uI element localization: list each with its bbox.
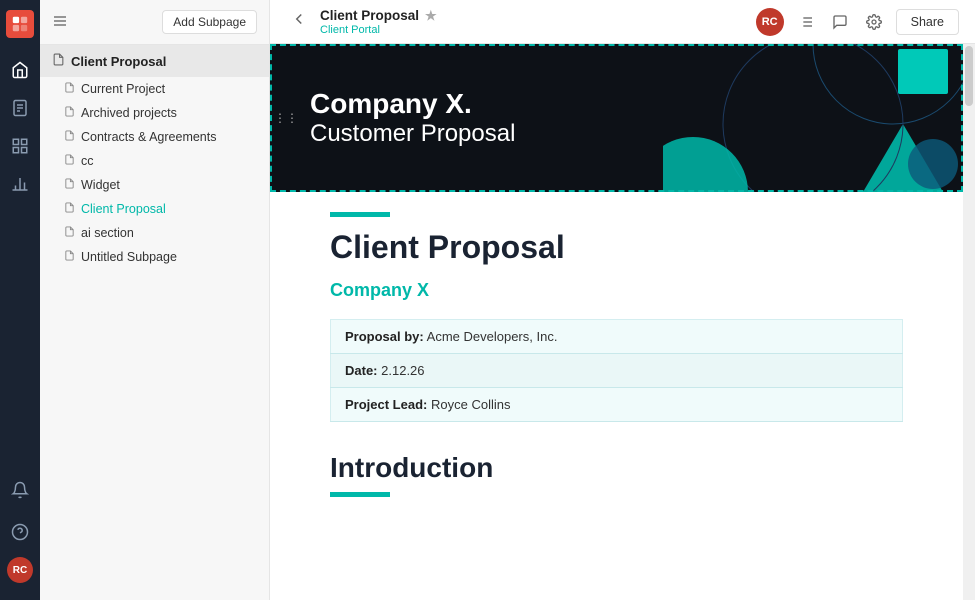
icon-rail: RC <box>0 0 40 600</box>
sidebar-toggle-icon[interactable] <box>52 13 68 32</box>
topbar-title: Client Proposal ★ <box>320 8 437 24</box>
chart-icon[interactable] <box>4 168 36 200</box>
help-icon[interactable] <box>4 516 36 548</box>
lead-label: Project Lead: <box>345 397 427 412</box>
sidebar-item-untitled-subpage[interactable]: Untitled Subpage <box>40 245 269 269</box>
banner-text-area: Company X. Customer Proposal <box>270 88 555 148</box>
settings-icon[interactable] <box>862 10 886 34</box>
nav-page-icon-0 <box>64 82 75 96</box>
sidebar-item-label-2: Contracts & Agreements <box>81 130 216 144</box>
table-row-proposal: Proposal by: Acme Developers, Inc. <box>331 320 903 354</box>
sidebar-item-ai-section[interactable]: ai section <box>40 221 269 245</box>
nav-page-icon-1 <box>64 106 75 120</box>
sidebar-item-label-5: Client Proposal <box>81 202 166 216</box>
doc-accent-bar <box>330 212 390 217</box>
sidebar-item-cc[interactable]: cc <box>40 149 269 173</box>
sidebar-item-label-4: Widget <box>81 178 120 192</box>
banner-subtitle-text: Customer Proposal <box>310 120 515 148</box>
bell-icon[interactable] <box>4 474 36 506</box>
scrollbar-thumb[interactable] <box>965 46 973 106</box>
home-icon[interactable] <box>4 54 36 86</box>
sidebar-item-widget[interactable]: Widget <box>40 173 269 197</box>
sidebar: Add Subpage Client Proposal Current Proj… <box>40 0 270 600</box>
nav-page-icon-5 <box>64 202 75 216</box>
docs-icon[interactable] <box>4 92 36 124</box>
user-avatar[interactable]: RC <box>756 8 784 36</box>
doc-main-title: Client Proposal <box>330 229 903 266</box>
grid-icon[interactable] <box>4 130 36 162</box>
date-value: 2.12.26 <box>381 363 424 378</box>
add-subpage-button[interactable]: Add Subpage <box>162 10 257 34</box>
sidebar-item-label-7: Untitled Subpage <box>81 250 177 264</box>
sidebar-item-label-1: Archived projects <box>81 106 177 120</box>
favorite-star-icon[interactable]: ★ <box>425 8 437 24</box>
share-button[interactable]: Share <box>896 9 959 35</box>
sidebar-doc-title: Client Proposal <box>71 54 166 69</box>
sidebar-item-client-proposal[interactable]: Client Proposal <box>40 197 269 221</box>
back-button[interactable] <box>286 6 312 37</box>
table-row-date: Date: 2.12.26 <box>331 354 903 388</box>
topbar: Client Proposal ★ Client Portal RC <box>270 0 975 44</box>
doc-info-table: Proposal by: Acme Developers, Inc. Date:… <box>330 319 903 422</box>
sidebar-item-current-project[interactable]: Current Project <box>40 77 269 101</box>
table-row-lead: Project Lead: Royce Collins <box>331 388 903 422</box>
sidebar-item-label-6: ai section <box>81 226 134 240</box>
user-avatar-icon[interactable]: RC <box>4 554 36 586</box>
doc-banner: ⋮⋮ <box>270 44 963 192</box>
doc-intro-title: Introduction <box>330 452 903 484</box>
table-cell-proposal: Proposal by: Acme Developers, Inc. <box>331 320 903 354</box>
sidebar-item-label-3: cc <box>81 154 94 168</box>
doc-section-accent-bar <box>330 492 390 497</box>
date-label: Date: <box>345 363 378 378</box>
nav-page-icon-4 <box>64 178 75 192</box>
table-cell-lead: Project Lead: Royce Collins <box>331 388 903 422</box>
doc-content: Client Proposal Company X Proposal by: A… <box>270 192 963 537</box>
sidebar-item-label-0: Current Project <box>81 82 165 96</box>
sidebar-nav-list: Current Project Archived projects Contra… <box>40 77 269 269</box>
content-area: ⋮⋮ <box>270 44 975 600</box>
nav-page-icon-3 <box>64 154 75 168</box>
main-area: Client Proposal ★ Client Portal RC <box>270 0 975 600</box>
topbar-title-area: Client Proposal ★ Client Portal <box>320 8 437 36</box>
proposal-label: Proposal by: <box>345 329 424 344</box>
table-cell-date: Date: 2.12.26 <box>331 354 903 388</box>
proposal-value: Acme Developers, Inc. <box>427 329 558 344</box>
banner-graphic: Company X. Customer Proposal <box>270 44 963 192</box>
topbar-actions: RC <box>756 8 959 36</box>
topbar-subtitle: Client Portal <box>320 24 437 36</box>
sidebar-current-doc[interactable]: Client Proposal <box>40 45 269 77</box>
document-area[interactable]: ⋮⋮ <box>270 44 963 600</box>
sidebar-item-contracts[interactable]: Contracts & Agreements <box>40 125 269 149</box>
list-view-icon[interactable] <box>794 10 818 34</box>
banner-company-text: Company X. <box>310 88 515 120</box>
doc-company-name: Company X <box>330 280 903 301</box>
nav-page-icon-2 <box>64 130 75 144</box>
nav-page-icon-7 <box>64 250 75 264</box>
sidebar-item-archived-projects[interactable]: Archived projects <box>40 101 269 125</box>
topbar-title-text: Client Proposal <box>320 8 419 23</box>
doc-page-icon <box>52 53 65 69</box>
lead-value: Royce Collins <box>431 397 510 412</box>
nav-page-icon-6 <box>64 226 75 240</box>
scrollbar-area[interactable] <box>963 44 975 600</box>
avatar-initials: RC <box>762 16 778 28</box>
app-logo[interactable] <box>6 10 34 38</box>
sidebar-header: Add Subpage <box>40 0 269 45</box>
comment-icon[interactable] <box>828 10 852 34</box>
drag-handle[interactable]: ⋮⋮ <box>274 111 298 125</box>
